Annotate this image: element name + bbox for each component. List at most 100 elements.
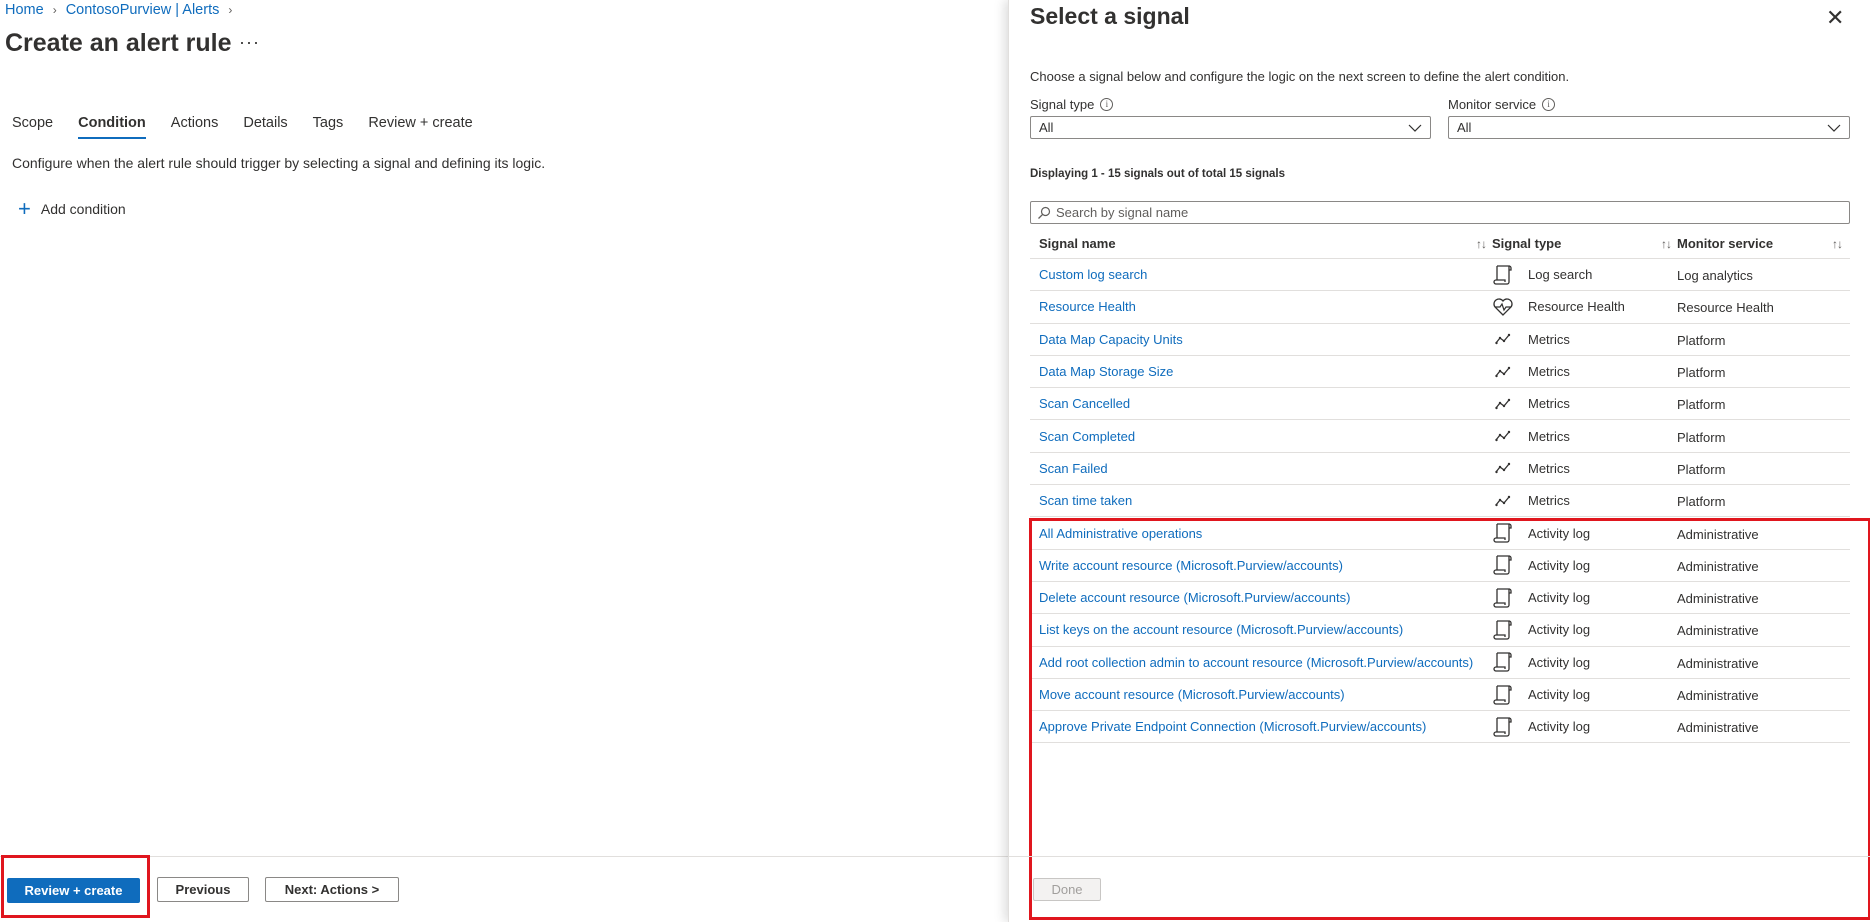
- signal-type-cell: Activity log: [1492, 587, 1677, 609]
- metrics-icon: [1492, 425, 1514, 447]
- column-label: Monitor service: [1677, 236, 1774, 251]
- table-row[interactable]: Custom log search Log search Log analytics: [1030, 259, 1850, 292]
- signal-name-cell: Add root collection admin to account res…: [1030, 655, 1492, 670]
- heart-pulse-icon: [1492, 296, 1514, 318]
- tab-condition[interactable]: Condition: [78, 115, 146, 139]
- table-row[interactable]: Data Map Capacity Units Metrics Platform: [1030, 324, 1850, 356]
- breadcrumb-home[interactable]: Home: [5, 2, 44, 18]
- table-row[interactable]: Scan Failed Metrics Platform: [1030, 453, 1850, 486]
- table-row[interactable]: Write account resource (Microsoft.Purvie…: [1030, 550, 1850, 582]
- previous-button[interactable]: Previous: [157, 877, 249, 902]
- more-options-button[interactable]: ···: [239, 32, 260, 53]
- monitor-service-dropdown[interactable]: All: [1448, 116, 1850, 139]
- signal-name-cell: Write account resource (Microsoft.Purvie…: [1030, 558, 1492, 573]
- condition-description: Configure when the alert rule should tri…: [12, 155, 546, 171]
- review-create-button[interactable]: Review + create: [7, 878, 140, 903]
- signal-type-cell: Metrics: [1492, 457, 1677, 479]
- monitor-service-cell: Platform: [1677, 365, 1726, 381]
- signal-type-value: Activity log: [1528, 654, 1591, 670]
- metrics-icon: [1492, 361, 1514, 383]
- search-input[interactable]: Search by signal name: [1030, 201, 1850, 224]
- activity-log-icon: [1492, 684, 1514, 706]
- signal-type-value: Metrics: [1528, 364, 1570, 380]
- metrics-icon: [1492, 457, 1514, 479]
- display-count: Displaying 1 - 15 signals out of total 1…: [1030, 168, 1285, 180]
- tab-details[interactable]: Details: [243, 115, 287, 139]
- log-search-icon: [1492, 264, 1514, 286]
- column-header-signal-type[interactable]: Signal type ↑↓: [1492, 236, 1677, 251]
- signal-type-dropdown[interactable]: All: [1030, 116, 1431, 139]
- chevron-down-icon: [1408, 124, 1422, 132]
- signal-name-link[interactable]: Scan time taken: [1039, 493, 1132, 508]
- info-icon[interactable]: i: [1542, 98, 1556, 111]
- chevron-right-icon: ›: [228, 3, 233, 17]
- add-condition-label: Add condition: [40, 201, 126, 217]
- table-row[interactable]: Scan Cancelled Metrics Platform: [1030, 388, 1850, 421]
- signal-type-cell: Log search: [1492, 264, 1677, 286]
- table-row[interactable]: Move account resource (Microsoft.Purview…: [1030, 679, 1850, 712]
- signal-name-link[interactable]: Scan Cancelled: [1039, 396, 1130, 411]
- tab-actions[interactable]: Actions: [171, 115, 219, 139]
- signal-type-cell: Metrics: [1492, 361, 1677, 383]
- sort-icon[interactable]: ↑↓: [1476, 237, 1487, 251]
- table-row[interactable]: Scan time taken Metrics Platform: [1030, 485, 1850, 518]
- signal-name-link[interactable]: Data Map Storage Size: [1039, 364, 1173, 379]
- signal-type-cell: Activity log: [1492, 554, 1677, 576]
- table-row[interactable]: Add root collection admin to account res…: [1030, 647, 1850, 679]
- signal-name-link[interactable]: Approve Private Endpoint Connection (Mic…: [1039, 719, 1426, 734]
- table-row[interactable]: Delete account resource (Microsoft.Purvi…: [1030, 582, 1850, 615]
- monitor-service-cell: Administrative: [1677, 558, 1759, 574]
- panel-title: Select a signal: [1030, 3, 1190, 29]
- signal-name-link[interactable]: Data Map Capacity Units: [1039, 332, 1183, 347]
- tab-scope[interactable]: Scope: [12, 115, 53, 139]
- signal-name-link[interactable]: Write account resource (Microsoft.Purvie…: [1039, 558, 1343, 573]
- monitor-service-cell: Administrative: [1677, 591, 1759, 607]
- table-row[interactable]: Data Map Storage Size Metrics Platform: [1030, 356, 1850, 389]
- signal-type-label: Signal type: [1030, 97, 1095, 112]
- signal-name-link[interactable]: Add root collection admin to account res…: [1039, 655, 1473, 670]
- column-header-monitor-service[interactable]: Monitor service ↑↓: [1677, 236, 1850, 251]
- sort-icon[interactable]: ↑↓: [1661, 237, 1672, 251]
- monitor-service-cell: Platform: [1677, 494, 1726, 510]
- signal-name-cell: Resource Health: [1030, 299, 1492, 314]
- signal-type-value: Activity log: [1528, 557, 1591, 573]
- done-button[interactable]: Done: [1033, 878, 1101, 901]
- signal-name-link[interactable]: Scan Failed: [1039, 461, 1108, 476]
- signal-type-cell: Metrics: [1492, 490, 1677, 512]
- monitor-service-cell: Log analytics: [1677, 268, 1753, 284]
- next-actions-button[interactable]: Next: Actions >: [265, 877, 399, 902]
- table-row[interactable]: Approve Private Endpoint Connection (Mic…: [1030, 711, 1850, 744]
- signal-name-link[interactable]: Move account resource (Microsoft.Purview…: [1039, 687, 1345, 702]
- signal-type-cell: Metrics: [1492, 328, 1677, 350]
- signal-name-link[interactable]: List keys on the account resource (Micro…: [1039, 622, 1403, 637]
- monitor-service-label: Monitor service: [1448, 97, 1537, 112]
- tab-tags[interactable]: Tags: [313, 115, 344, 139]
- signal-type-value: Metrics: [1528, 396, 1570, 412]
- signal-name-cell: Scan time taken: [1030, 493, 1492, 508]
- table-row[interactable]: All Administrative operations Activity lo…: [1030, 517, 1850, 550]
- column-header-signal-name[interactable]: Signal name ↑↓: [1030, 236, 1492, 251]
- monitor-service-cell: Administrative: [1677, 526, 1759, 542]
- sort-icon[interactable]: ↑↓: [1832, 237, 1843, 251]
- add-condition-button[interactable]: + Add condition: [18, 196, 126, 221]
- signal-type-value: Activity log: [1528, 622, 1591, 638]
- signal-name-link[interactable]: Delete account resource (Microsoft.Purvi…: [1039, 590, 1350, 605]
- table-row[interactable]: List keys on the account resource (Micro…: [1030, 614, 1850, 647]
- signal-name-cell: Delete account resource (Microsoft.Purvi…: [1030, 590, 1492, 605]
- close-icon[interactable]: ✕: [1826, 7, 1844, 29]
- info-icon[interactable]: i: [1100, 98, 1114, 111]
- breadcrumb-alerts[interactable]: ContosoPurview | Alerts: [66, 2, 220, 18]
- signal-type-value: Activity log: [1528, 590, 1591, 606]
- table-body: Custom log search Log search Log analytics…: [1030, 259, 1850, 744]
- signal-name-link[interactable]: All Administrative operations: [1039, 526, 1202, 541]
- signal-name-link[interactable]: Custom log search: [1039, 267, 1147, 282]
- page-title: Create an alert rule: [5, 29, 232, 57]
- tab-review-create[interactable]: Review + create: [368, 115, 472, 139]
- search-placeholder: Search by signal name: [1056, 205, 1189, 220]
- signal-name-link[interactable]: Scan Completed: [1039, 429, 1135, 444]
- table-row[interactable]: Resource Health Resource Health Resource H…: [1030, 291, 1850, 324]
- table-row[interactable]: Scan Completed Metrics Platform: [1030, 420, 1850, 453]
- monitor-service-cell: Administrative: [1677, 655, 1759, 671]
- plus-icon: +: [18, 196, 31, 221]
- signal-name-link[interactable]: Resource Health: [1039, 299, 1136, 314]
